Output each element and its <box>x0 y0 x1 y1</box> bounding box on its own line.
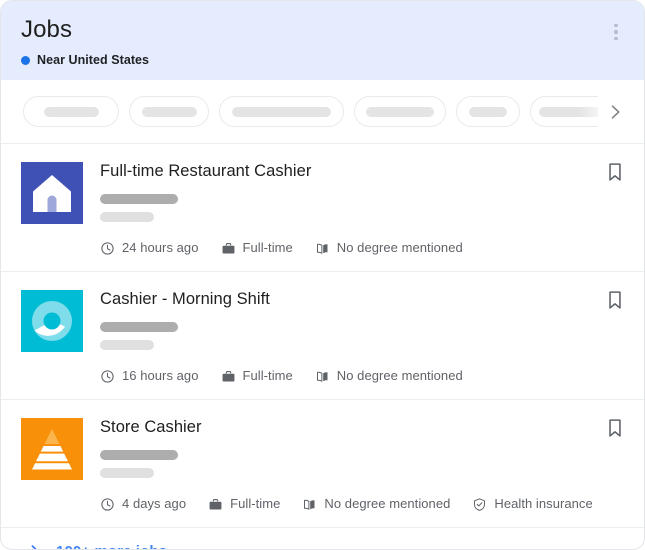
filter-chip-placeholder <box>366 107 434 117</box>
clock-icon <box>100 369 115 384</box>
job-location-placeholder <box>100 212 154 222</box>
job-meta-item: Health insurance <box>472 496 592 512</box>
company-name-placeholder <box>100 194 178 204</box>
filter-chip-4[interactable] <box>354 96 446 127</box>
filter-chip-2[interactable] <box>129 96 209 127</box>
book-icon <box>302 497 317 512</box>
house-logo <box>21 162 83 224</box>
company-logo <box>21 290 83 352</box>
arrow-right-icon <box>21 541 43 550</box>
filter-chip-placeholder <box>44 107 99 117</box>
filter-chip-placeholder <box>232 107 331 117</box>
job-meta-label: Full-time <box>243 368 293 384</box>
company-logo <box>21 418 83 480</box>
job-meta-item: 16 hours ago <box>100 368 199 384</box>
company-name-placeholder <box>100 450 178 460</box>
bookmark-outline-icon[interactable] <box>604 161 626 183</box>
job-meta-label: 4 days ago <box>122 496 186 512</box>
filter-chip-3[interactable] <box>219 96 344 127</box>
job-title: Full-time Restaurant Cashier <box>100 161 624 182</box>
filter-chip-placeholder <box>142 107 197 117</box>
job-meta-item: 24 hours ago <box>100 240 199 256</box>
bookmark-outline-icon[interactable] <box>604 289 626 311</box>
job-location-placeholder <box>100 468 154 478</box>
job-details: Full-time Restaurant Cashier 24 hours ago… <box>83 160 624 256</box>
more-jobs-button[interactable]: 100+ more jobs <box>1 527 644 550</box>
job-details: Store Cashier 4 days ago Full-time No degre… <box>83 416 624 512</box>
job-meta-item: Full-time <box>221 368 293 384</box>
job-meta-label: 24 hours ago <box>122 240 199 256</box>
job-meta-item: No degree mentioned <box>315 368 463 384</box>
job-meta-label: No degree mentioned <box>324 496 450 512</box>
job-meta-row: 4 days ago Full-time No degree mentioned He… <box>100 496 624 512</box>
job-list: Full-time Restaurant Cashier 24 hours ago… <box>1 143 644 527</box>
more-vert-icon[interactable] <box>603 19 629 45</box>
job-meta-item: Full-time <box>208 496 280 512</box>
job-list-item[interactable]: Cashier - Morning Shift 16 hours ago Full-… <box>1 271 644 399</box>
filter-chip-5[interactable] <box>456 96 520 127</box>
jobs-widget: Jobs Near United States Full-time Restau… <box>0 0 645 550</box>
job-list-item[interactable]: Store Cashier 4 days ago Full-time No degre… <box>1 399 644 527</box>
job-title: Cashier - Morning Shift <box>100 289 624 310</box>
job-meta-label: No degree mentioned <box>337 240 463 256</box>
job-meta-item: No degree mentioned <box>302 496 450 512</box>
job-meta-label: Full-time <box>230 496 280 512</box>
book-icon <box>315 369 330 384</box>
location-dot-icon <box>21 56 30 65</box>
job-meta-row: 24 hours ago Full-time No degree mentioned <box>100 240 624 256</box>
chips-scroll-right-button[interactable] <box>598 80 632 143</box>
more-jobs-label: 100+ more jobs <box>56 543 167 550</box>
job-location-placeholder <box>100 340 154 350</box>
job-title: Store Cashier <box>100 417 624 438</box>
company-name-placeholder <box>100 322 178 332</box>
briefcase-icon <box>221 369 236 384</box>
briefcase-icon <box>221 241 236 256</box>
job-meta-item: No degree mentioned <box>315 240 463 256</box>
shield-check-icon <box>472 497 487 512</box>
location-row: Near United States <box>21 52 624 68</box>
filter-chips-row <box>1 80 644 143</box>
clock-icon <box>100 241 115 256</box>
job-list-item[interactable]: Full-time Restaurant Cashier 24 hours ago… <box>1 143 644 271</box>
pyramid-logo <box>21 418 83 480</box>
clock-icon <box>100 497 115 512</box>
job-details: Cashier - Morning Shift 16 hours ago Full-… <box>83 288 624 384</box>
briefcase-icon <box>208 497 223 512</box>
widget-header: Jobs Near United States <box>1 1 644 80</box>
job-meta-label: 16 hours ago <box>122 368 199 384</box>
page-title: Jobs <box>21 15 624 45</box>
filter-chip-1[interactable] <box>23 96 119 127</box>
book-icon <box>315 241 330 256</box>
chevron-right-icon <box>605 102 625 122</box>
job-meta-label: Full-time <box>243 240 293 256</box>
job-meta-item: Full-time <box>221 240 293 256</box>
filter-chip-placeholder <box>469 107 507 117</box>
job-meta-label: Health insurance <box>494 496 592 512</box>
bookmark-outline-icon[interactable] <box>604 417 626 439</box>
job-meta-row: 16 hours ago Full-time No degree mentioned <box>100 368 624 384</box>
location-label: Near United States <box>37 52 149 68</box>
company-logo <box>21 162 83 224</box>
donut-logo <box>21 290 83 352</box>
job-meta-label: No degree mentioned <box>337 368 463 384</box>
job-meta-item: 4 days ago <box>100 496 186 512</box>
